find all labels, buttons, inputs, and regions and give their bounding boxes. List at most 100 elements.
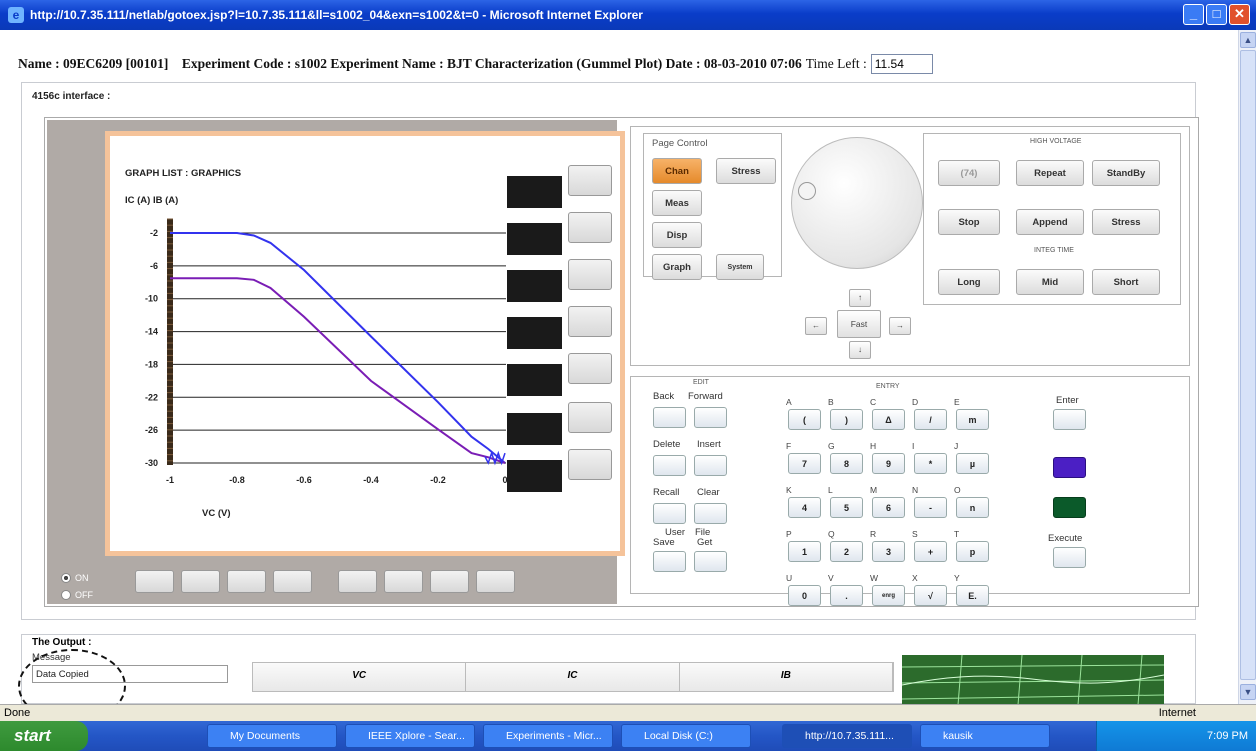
- fast-button[interactable]: Fast: [837, 310, 881, 338]
- key-letter-w: W: [870, 573, 879, 583]
- key-1-2[interactable]: 9: [872, 453, 905, 474]
- y-axis-label: IC (A) IB (A): [125, 195, 178, 206]
- radio-off[interactable]: OFF: [61, 590, 93, 600]
- insert-button[interactable]: [694, 455, 727, 476]
- key-1-0[interactable]: 7: [788, 453, 821, 474]
- key-3-3[interactable]: +: [914, 541, 947, 562]
- key-letter-e: E: [954, 397, 960, 407]
- vertical-scrollbar[interactable]: ▲ ▼: [1238, 30, 1256, 704]
- key-3-0[interactable]: 1: [788, 541, 821, 562]
- bottom-key-5[interactable]: [338, 570, 377, 593]
- back-label: Back: [653, 391, 675, 402]
- task-kausik[interactable]: kausik: [920, 724, 1050, 748]
- key-2-1[interactable]: 5: [830, 497, 863, 518]
- close-icon[interactable]: ✕: [1229, 4, 1250, 25]
- hv-74-button[interactable]: (74): [938, 160, 1000, 186]
- key-2-2[interactable]: 6: [872, 497, 905, 518]
- append-button[interactable]: Append: [1016, 209, 1084, 235]
- execute-button[interactable]: [1053, 547, 1086, 568]
- key-1-4[interactable]: µ: [956, 453, 989, 474]
- chan-button[interactable]: Chan: [652, 158, 702, 184]
- key-letter-t: T: [954, 529, 960, 539]
- key-3-2[interactable]: 3: [872, 541, 905, 562]
- graph-button[interactable]: Graph: [652, 254, 702, 280]
- stop-button[interactable]: Stop: [938, 209, 1000, 235]
- back-button[interactable]: [653, 407, 686, 428]
- disp-button[interactable]: Disp: [652, 222, 702, 248]
- clear-button[interactable]: [694, 503, 727, 524]
- standby-button[interactable]: StandBy: [1092, 160, 1160, 186]
- task-ieee-xplore[interactable]: IEEE Xplore - Sear...: [345, 724, 475, 748]
- bottom-key-8[interactable]: [476, 570, 515, 593]
- key-4-1[interactable]: .: [830, 585, 863, 606]
- time-left-field[interactable]: [870, 54, 933, 74]
- short-button[interactable]: Short: [1092, 269, 1160, 295]
- minimize-icon[interactable]: _: [1183, 4, 1204, 25]
- side-key-1[interactable]: [568, 165, 612, 196]
- side-key-5[interactable]: [568, 353, 612, 384]
- side-key-6[interactable]: [568, 402, 612, 433]
- bottom-key-2[interactable]: [181, 570, 220, 593]
- bottom-key-6[interactable]: [384, 570, 423, 593]
- key-2-3[interactable]: -: [914, 497, 947, 518]
- key-letter-x: X: [912, 573, 918, 583]
- recall-button[interactable]: [653, 503, 686, 524]
- scroll-down-icon[interactable]: ▼: [1240, 684, 1256, 700]
- meas-button[interactable]: Meas: [652, 190, 702, 216]
- start-button[interactable]: start: [0, 721, 88, 751]
- key-4-2[interactable]: enrg: [872, 585, 905, 606]
- forward-button[interactable]: [694, 407, 727, 428]
- system-button[interactable]: System: [716, 254, 764, 280]
- task-local-disk[interactable]: Local Disk (C:): [621, 724, 751, 748]
- key-0-3[interactable]: /: [914, 409, 947, 430]
- key-3-1[interactable]: 2: [830, 541, 863, 562]
- key-4-3[interactable]: √: [914, 585, 947, 606]
- bottom-key-3[interactable]: [227, 570, 266, 593]
- time-left-label: Time Left :: [805, 56, 867, 71]
- side-key-3[interactable]: [568, 259, 612, 290]
- maximize-icon[interactable]: □: [1206, 4, 1227, 25]
- key-4-4[interactable]: E.: [956, 585, 989, 606]
- save-button[interactable]: [653, 551, 686, 572]
- scroll-thumb[interactable]: [1240, 50, 1256, 680]
- key-2-0[interactable]: 4: [788, 497, 821, 518]
- delete-button[interactable]: [653, 455, 686, 476]
- long-button[interactable]: Long: [938, 269, 1000, 295]
- arrow-up-button[interactable]: ↑: [849, 289, 871, 307]
- get-button[interactable]: [694, 551, 727, 572]
- bottom-key-1[interactable]: [135, 570, 174, 593]
- key-1-3[interactable]: *: [914, 453, 947, 474]
- key-0-1[interactable]: ): [830, 409, 863, 430]
- y-tick-label-6: -26: [145, 425, 158, 435]
- key-3-4[interactable]: p: [956, 541, 989, 562]
- arrow-down-button[interactable]: ↓: [849, 341, 871, 359]
- purple-indicator-button[interactable]: [1053, 457, 1086, 478]
- student-name: 09EC6209 [00101]: [62, 56, 169, 71]
- mid-button[interactable]: Mid: [1016, 269, 1084, 295]
- arrow-left-button[interactable]: ←: [805, 317, 827, 335]
- key-letter-c: C: [870, 397, 877, 407]
- radio-on[interactable]: ON: [61, 573, 89, 583]
- green-indicator-button[interactable]: [1053, 497, 1086, 518]
- repeat-button[interactable]: Repeat: [1016, 160, 1084, 186]
- bottom-key-4[interactable]: [273, 570, 312, 593]
- stress-button[interactable]: Stress: [716, 158, 776, 184]
- side-key-7[interactable]: [568, 449, 612, 480]
- key-4-0[interactable]: 0: [788, 585, 821, 606]
- key-0-0[interactable]: (: [788, 409, 821, 430]
- key-1-1[interactable]: 8: [830, 453, 863, 474]
- task-experiments[interactable]: Experiments - Micr...: [483, 724, 613, 748]
- enter-button[interactable]: [1053, 409, 1086, 430]
- side-key-4[interactable]: [568, 306, 612, 337]
- arrow-right-button[interactable]: →: [889, 317, 911, 335]
- scroll-up-icon[interactable]: ▲: [1240, 32, 1256, 48]
- rotary-knob[interactable]: [791, 137, 923, 269]
- key-2-4[interactable]: n: [956, 497, 989, 518]
- bottom-key-7[interactable]: [430, 570, 469, 593]
- task-browser-active[interactable]: http://10.7.35.111...: [782, 724, 912, 748]
- side-key-2[interactable]: [568, 212, 612, 243]
- hv-stress-button[interactable]: Stress: [1092, 209, 1160, 235]
- key-0-2[interactable]: Δ: [872, 409, 905, 430]
- key-0-4[interactable]: m: [956, 409, 989, 430]
- task-my-documents[interactable]: My Documents: [207, 724, 337, 748]
